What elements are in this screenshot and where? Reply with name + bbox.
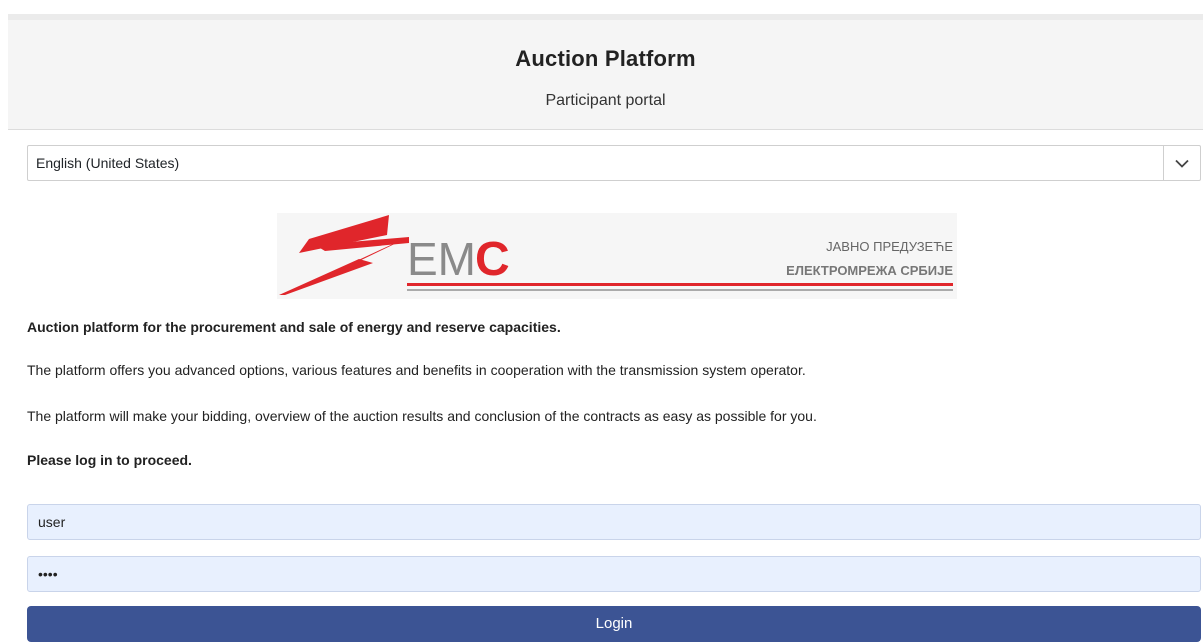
intro-paragraph-2: The platform will make your bidding, ove… (27, 408, 817, 424)
page-header: Auction Platform Participant portal (8, 14, 1203, 130)
logo-em-text: EM (407, 233, 476, 285)
emc-logo: EM C ЈАВНО ПРЕДУЗЕЋЕ ЕЛЕКТРОМРЕЖА СРБИЈЕ (277, 213, 957, 299)
username-field[interactable] (27, 504, 1201, 540)
login-prompt: Please log in to proceed. (27, 452, 192, 468)
page-title: Auction Platform (515, 46, 696, 71)
logo-line1: ЈАВНО ПРЕДУЗЕЋЕ (826, 239, 953, 254)
intro-heading: Auction platform for the procurement and… (27, 319, 561, 335)
page-subtitle: Participant portal (545, 92, 666, 109)
intro-paragraph-1: The platform offers you advanced options… (27, 362, 806, 378)
chevron-down-icon[interactable] (1163, 146, 1200, 180)
language-select[interactable]: English (United States) (27, 145, 1201, 181)
logo-c-text: C (475, 233, 510, 286)
language-select-value: English (United States) (36, 155, 180, 171)
logo-line2: ЕЛЕКТРОМРЕЖА СРБИЈЕ (786, 263, 953, 278)
password-field[interactable] (27, 556, 1201, 592)
